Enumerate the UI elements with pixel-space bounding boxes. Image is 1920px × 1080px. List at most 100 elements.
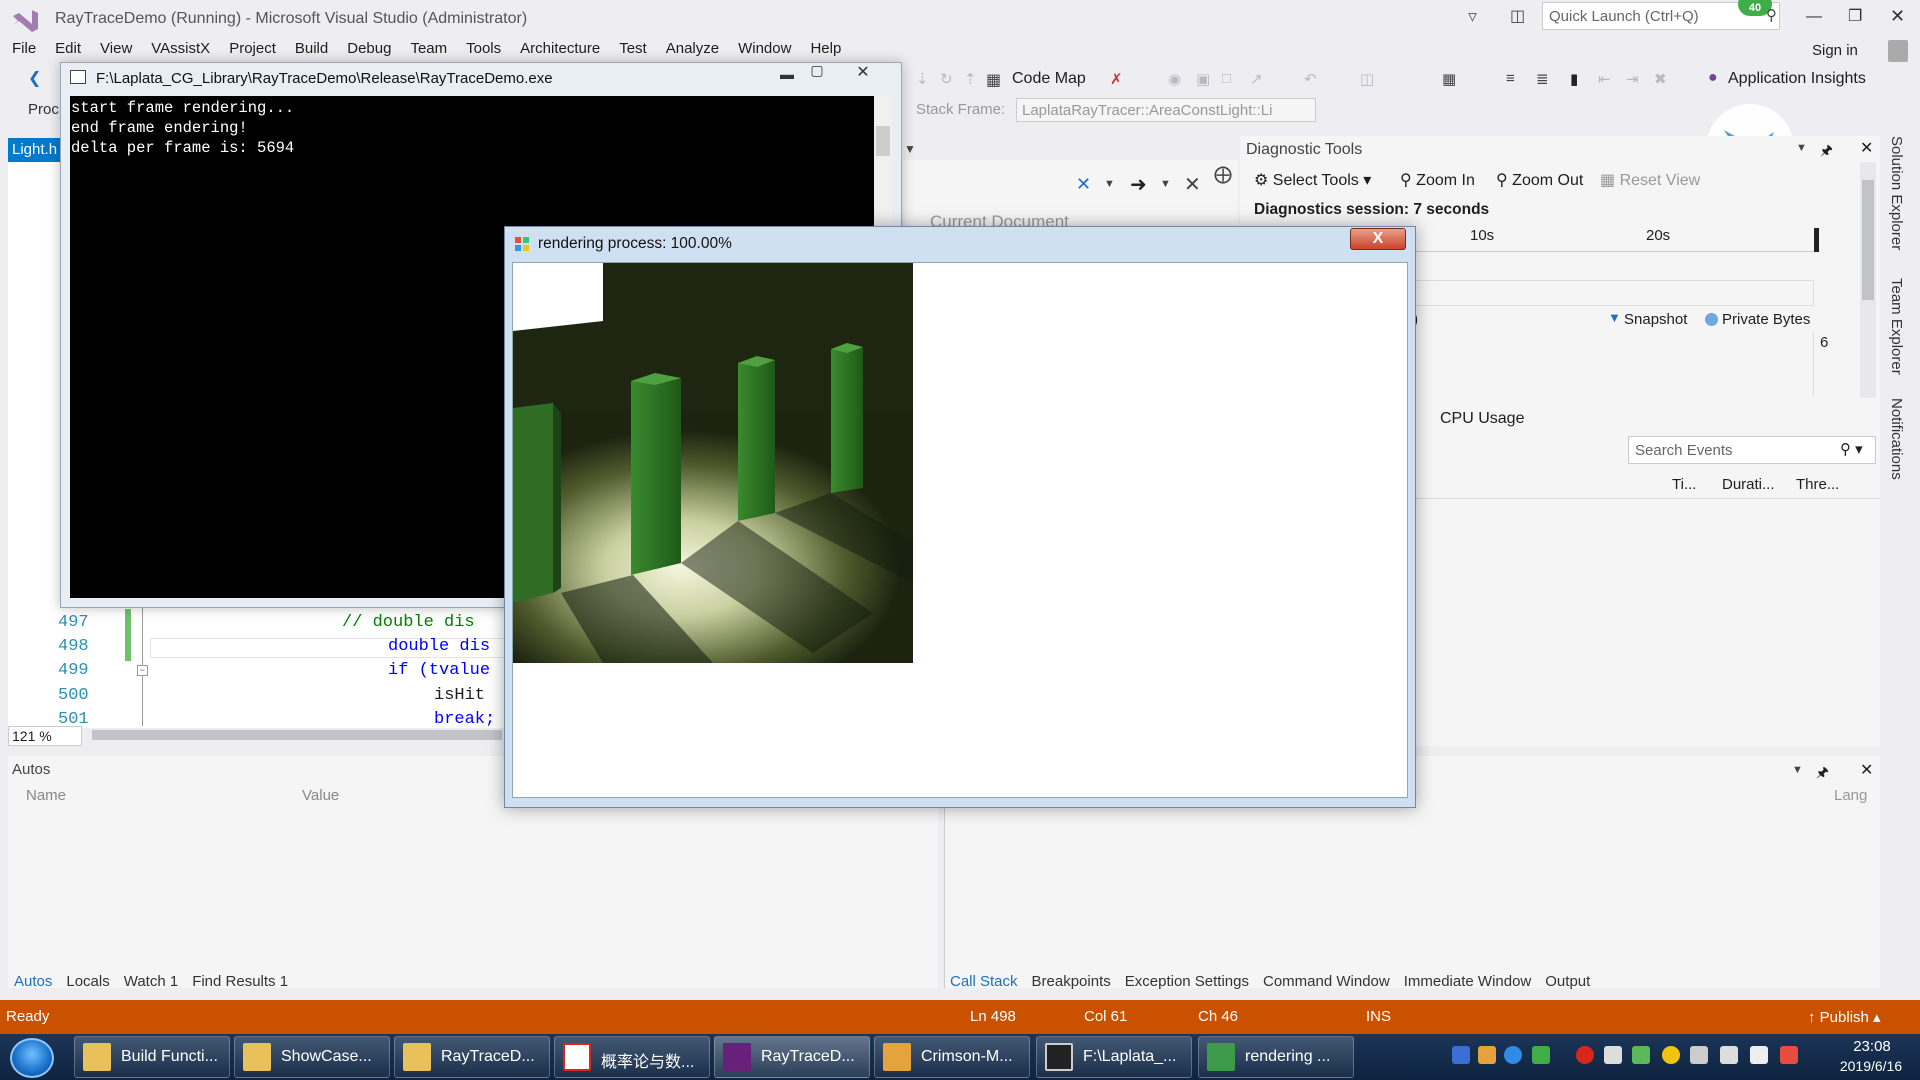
tab-breakpoints[interactable]: Breakpoints	[1032, 973, 1111, 990]
tab-cpu-usage[interactable]: CPU Usage	[1440, 410, 1524, 428]
breakpoint-toggle-icon[interactable]: ✗	[1110, 70, 1123, 88]
shield-icon[interactable]	[1532, 1046, 1550, 1064]
close-icon[interactable]: ✕	[1184, 172, 1201, 197]
taskbar-button[interactable]: ShowCase...	[234, 1036, 390, 1078]
toolbar-icon[interactable]: ▣	[1196, 70, 1210, 88]
render-close-button[interactable]: X	[1350, 228, 1406, 250]
taskbar-button[interactable]: 概率论与数...	[554, 1036, 710, 1078]
menu-architecture[interactable]: Architecture	[520, 40, 600, 62]
search-events-input[interactable]: Search Events	[1628, 436, 1876, 464]
console-scroll-thumb[interactable]	[876, 126, 890, 156]
filter-icon[interactable]: ▿	[1468, 6, 1488, 28]
menu-help[interactable]: Help	[810, 40, 841, 62]
redo-icon[interactable]: ↻	[940, 70, 953, 88]
taskbar-button[interactable]: F:\Laplata_...	[1036, 1036, 1192, 1078]
toolbar-icon[interactable]: □	[1222, 70, 1231, 87]
side-tab-team-explorer[interactable]: Team Explorer	[1888, 278, 1905, 375]
stack-frame-dropdown[interactable]: LaplataRayTracer::AreaConstLight::Li	[1016, 98, 1316, 122]
tray-app-icon[interactable]	[1690, 1046, 1708, 1064]
toolbar-icon[interactable]: ↶	[1304, 70, 1317, 88]
feedback-icon[interactable]: ◫	[1510, 6, 1532, 28]
chevron-down-icon[interactable]: ▼	[1104, 178, 1115, 190]
bookmark-prev-icon[interactable]: ⇤	[1598, 70, 1611, 88]
menu-file[interactable]: File	[12, 40, 36, 62]
editor-tab-light-h[interactable]: Light.h	[8, 138, 64, 162]
tab-command-window[interactable]: Command Window	[1263, 973, 1390, 990]
menu-tools[interactable]: Tools	[466, 40, 501, 62]
pin-icon[interactable]: 🖈	[1820, 140, 1833, 164]
menu-team[interactable]: Team	[410, 40, 447, 62]
tab-watch-1[interactable]: Watch 1	[124, 973, 178, 990]
menu-view[interactable]: View	[100, 40, 132, 62]
tab-autos[interactable]: Autos	[14, 973, 52, 990]
menu-window[interactable]: Window	[738, 40, 791, 62]
diagnostics-scroll-thumb[interactable]	[1862, 180, 1874, 300]
taskbar-button[interactable]: RayTraceD...	[714, 1036, 870, 1078]
menu-project[interactable]: Project	[229, 40, 276, 62]
side-tab-solution-explorer[interactable]: Solution Explorer	[1888, 136, 1905, 250]
lightbulb-icon[interactable]: ●	[1708, 69, 1718, 87]
column-header-language[interactable]: Lang	[1834, 787, 1867, 804]
tab-output[interactable]: Output	[1545, 973, 1590, 990]
reset-view-button[interactable]: ▦ Reset View	[1600, 170, 1700, 190]
search-icon[interactable]: ⚲ ▾	[1840, 440, 1863, 458]
zoom-out-button[interactable]: ⚲ Zoom Out	[1496, 170, 1583, 190]
horizontal-scrollbar[interactable]	[92, 730, 502, 740]
tray-app-icon[interactable]	[1504, 1046, 1522, 1064]
autos-column-name[interactable]: Name	[26, 787, 66, 804]
bookmark-icon[interactable]: ▮	[1570, 70, 1578, 88]
console-maximize-button[interactable]: ▢	[802, 62, 832, 80]
chevron-down-icon[interactable]: ▼	[904, 142, 916, 156]
autos-column-value[interactable]: Value	[302, 787, 339, 804]
menu-edit[interactable]: Edit	[55, 40, 81, 62]
column-header-duration[interactable]: Durati...	[1722, 476, 1775, 493]
step-over-icon[interactable]: ⇣	[916, 70, 929, 88]
publish-button[interactable]: ↑ Publish ▴	[1808, 1008, 1881, 1026]
search-icon[interactable]: ⚲	[1766, 6, 1777, 24]
tab-call-stack[interactable]: Call Stack	[950, 973, 1018, 990]
toolbar-icon[interactable]: ◉	[1168, 70, 1181, 88]
clock-time[interactable]: 23:08	[1840, 1038, 1904, 1055]
chevron-down-icon[interactable]: ▼	[1792, 764, 1803, 776]
taskbar-button[interactable]: Crimson-M...	[874, 1036, 1030, 1078]
start-button[interactable]	[10, 1038, 54, 1078]
clear-search-icon[interactable]: ✕	[1076, 174, 1091, 195]
bookmark-clear-icon[interactable]: ✖	[1654, 70, 1667, 88]
tab-find-results-1[interactable]: Find Results 1	[192, 973, 288, 990]
menu-vassistx[interactable]: VAssistX	[151, 40, 210, 62]
menu-debug[interactable]: Debug	[347, 40, 391, 62]
taskbar-button[interactable]: RayTraceD...	[394, 1036, 550, 1078]
volume-icon[interactable]	[1604, 1046, 1622, 1064]
pin-icon[interactable]: ⨁	[1214, 164, 1232, 185]
taskbar-button[interactable]: rendering ...	[1198, 1036, 1354, 1078]
menu-analyze[interactable]: Analyze	[666, 40, 719, 62]
code-map-icon[interactable]: ▦	[986, 70, 1001, 90]
tray-app-icon[interactable]	[1662, 1046, 1680, 1064]
application-insights-button[interactable]: Application Insights	[1728, 70, 1866, 88]
timeline-cursor[interactable]	[1814, 228, 1819, 252]
tab-locals[interactable]: Locals	[66, 973, 109, 990]
close-icon[interactable]: ✕	[1860, 138, 1873, 158]
restore-button[interactable]: ❐	[1848, 6, 1862, 26]
network-icon[interactable]	[1720, 1046, 1738, 1064]
code-map-button[interactable]: Code Map	[1012, 70, 1086, 88]
arrow-right-icon[interactable]: ➜	[1130, 172, 1147, 197]
battery-icon[interactable]	[1780, 1046, 1798, 1064]
step-out-icon[interactable]: ⇡	[964, 70, 977, 88]
menu-test[interactable]: Test	[619, 40, 647, 62]
indent-icon[interactable]: ≡	[1506, 70, 1515, 87]
side-tab-notifications[interactable]: Notifications	[1888, 398, 1905, 480]
console-close-button[interactable]: ✕	[846, 62, 880, 81]
collapse-toggle[interactable]: −	[137, 665, 148, 676]
close-icon[interactable]: ✕	[1860, 760, 1873, 780]
tray-app-icon[interactable]	[1452, 1046, 1470, 1064]
column-header-thread[interactable]: Thre...	[1796, 476, 1839, 493]
pin-icon[interactable]: 🖈	[1816, 762, 1829, 786]
tray-app-icon[interactable]	[1478, 1046, 1496, 1064]
comment-icon[interactable]: ≣	[1536, 70, 1549, 88]
tab-immediate-window[interactable]: Immediate Window	[1404, 973, 1532, 990]
zoom-level-dropdown[interactable]: 121 %	[8, 726, 82, 746]
zoom-in-button[interactable]: ⚲ Zoom In	[1400, 170, 1475, 190]
minimize-button[interactable]: —	[1806, 8, 1822, 26]
chevron-down-icon[interactable]: ▼	[1160, 178, 1171, 190]
